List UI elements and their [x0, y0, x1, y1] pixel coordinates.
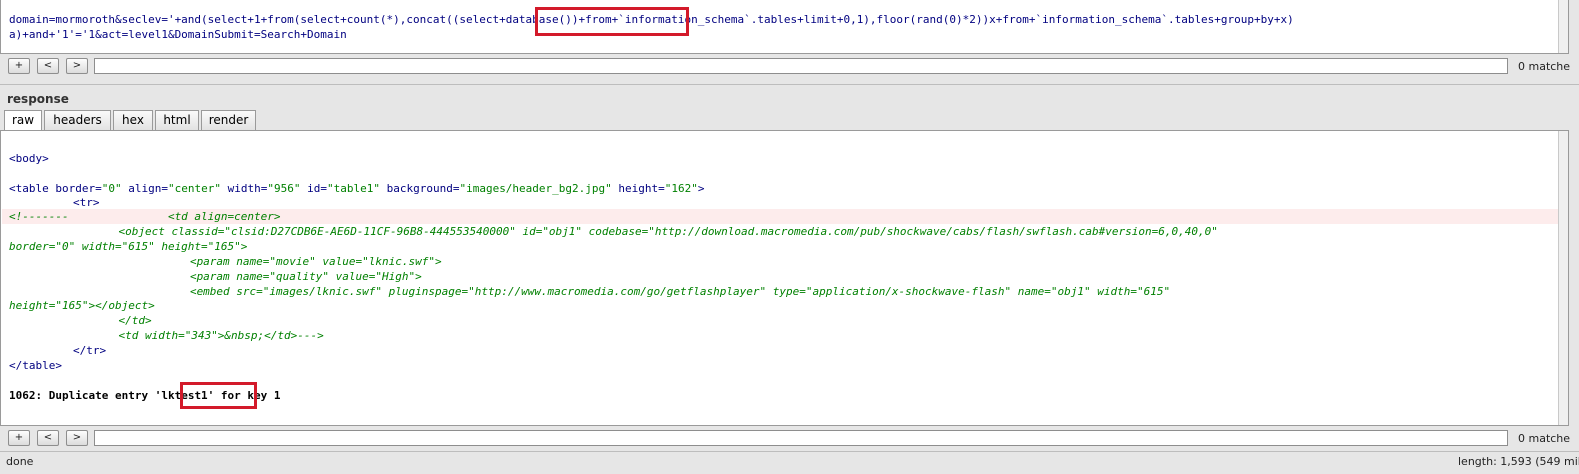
code-comment-line: <embed src="images/lknic.swf" pluginspag…	[31, 285, 1171, 298]
code-comment-line: <param name="movie" value="lknic.swf">	[31, 255, 442, 268]
code-tag-table: <table	[9, 182, 49, 195]
code-line-tr-open: <tr>	[73, 196, 100, 209]
response-length: length: 1,593 (549 mill	[1458, 455, 1579, 468]
tab-hex[interactable]: hex	[113, 110, 153, 130]
highlight-box-database-query	[535, 7, 689, 36]
code-attr-name: height	[618, 182, 659, 195]
tab-raw[interactable]: raw	[4, 110, 42, 131]
response-scrollbar[interactable]	[1558, 131, 1568, 425]
code-attr-value: "0"	[101, 182, 122, 195]
previous-match-button[interactable]: <	[37, 430, 59, 446]
request-text-area[interactable]: domain=mormoroth&seclev='+and(select+1+f…	[0, 0, 1569, 54]
code-comment-line: border="0" width="615" height="165">	[9, 240, 248, 253]
response-search-bar: + < > 0 matche	[0, 428, 1579, 450]
response-section-label: response	[7, 92, 69, 106]
status-text: done	[6, 455, 34, 468]
code-comment-line: <!------- <td align=center>	[9, 210, 281, 223]
status-divider	[0, 451, 1579, 452]
code-line-table-open: <table border="0" align="center" width="…	[9, 182, 705, 195]
pane-divider[interactable]	[0, 84, 1579, 85]
code-attr-name: width	[227, 182, 261, 195]
add-match-button[interactable]: +	[8, 430, 30, 446]
code-attr-value: "162"	[664, 182, 698, 195]
request-scrollbar[interactable]	[1558, 0, 1568, 53]
next-match-button[interactable]: >	[66, 58, 88, 74]
code-attr-value: "table1"	[326, 182, 380, 195]
add-match-button[interactable]: +	[8, 58, 30, 74]
code-comment-line: <param name="quality" value="High">	[31, 270, 422, 283]
request-search-input[interactable]	[94, 58, 1508, 74]
error-prefix: 1062: Duplicate entry	[9, 389, 155, 402]
code-comment-line: <object classid="clsid:D27CDB6E-AE6D-11C…	[39, 225, 1218, 238]
code-line-tr-close: </tr>	[73, 344, 107, 357]
code-attr-value: "images/header_bg2.jpg"	[459, 182, 612, 195]
code-line-body: <body>	[9, 152, 49, 165]
code-attr-name: border	[55, 182, 96, 195]
code-attr-name: background	[386, 182, 453, 195]
code-comment-line: <td width="343">&nbsp;</td>--->	[39, 329, 324, 342]
code-line-table-close: </table>	[9, 359, 62, 372]
code-comment-line: </td>	[39, 314, 152, 327]
tab-render[interactable]: render	[201, 110, 256, 130]
code-attr-name: id	[307, 182, 321, 195]
response-search-input[interactable]	[94, 430, 1508, 446]
code-attr-value: "center"	[168, 182, 221, 195]
code-comment-line: height="165"></object>	[9, 299, 155, 312]
tab-html[interactable]: html	[155, 110, 199, 130]
previous-match-button[interactable]: <	[37, 58, 59, 74]
highlight-box-database-name	[180, 382, 257, 409]
request-line-2: a)+and+'1'='1&act=level1&DomainSubmit=Se…	[9, 28, 347, 41]
response-match-count: 0 matche	[1518, 432, 1571, 445]
code-attr-name: align	[128, 182, 162, 195]
request-match-count: 0 matche	[1518, 60, 1571, 73]
code-attr-value: "956"	[267, 182, 301, 195]
request-search-bar: + < > 0 matche	[0, 56, 1579, 78]
tab-headers[interactable]: headers	[44, 110, 111, 130]
next-match-button[interactable]: >	[66, 430, 88, 446]
